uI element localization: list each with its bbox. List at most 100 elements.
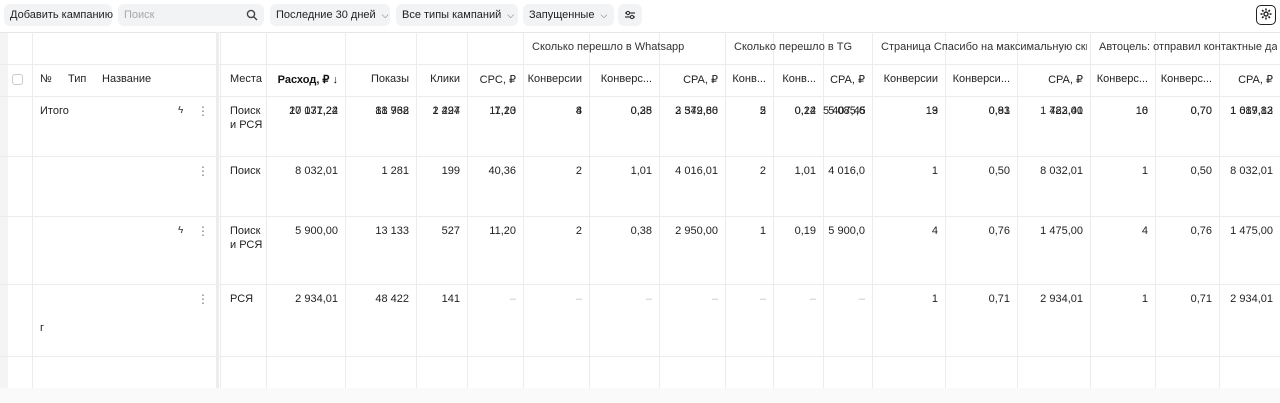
cell-th-rate: 0,76: [988, 225, 1010, 237]
cell-wa-rate: 0,28: [630, 105, 652, 117]
column-header-spend[interactable]: Расход, ₽ ↓: [266, 73, 338, 86]
cell-tg-conv: –: [759, 293, 766, 305]
search-input[interactable]: Поиск: [118, 4, 264, 26]
group-header-whatsapp[interactable]: Сколько перешло в Whatsapp: [532, 41, 722, 53]
column-header-name[interactable]: Название: [102, 73, 202, 85]
column-divider: [416, 32, 417, 388]
column-header-places[interactable]: Места: [230, 73, 266, 85]
cell-au-cpa: 2 934,01: [1230, 293, 1273, 305]
cell-wa-rate: 1,01: [630, 165, 652, 177]
gear-icon: [1260, 8, 1272, 23]
column-header-au-rate[interactable]: Конверс...: [1155, 73, 1212, 85]
kebab-icon[interactable]: ⋮: [197, 164, 209, 178]
cell-spend: 2 934,01: [295, 293, 338, 305]
column-header-au-cpa[interactable]: CPA, ₽: [1219, 73, 1273, 86]
column-divider: [345, 32, 346, 388]
cell-th-conv: 1: [931, 165, 938, 177]
cell-spend: 5 900,00: [295, 225, 338, 237]
column-header-type[interactable]: Тип: [68, 73, 98, 85]
cell-tg-cpa: 5 900,0: [828, 225, 865, 237]
cell-clicks: 527: [441, 225, 460, 237]
kebab-icon[interactable]: ⋮: [197, 224, 209, 238]
cell-wa-conv: 2: [575, 165, 582, 177]
filter-settings-button[interactable]: [618, 4, 642, 26]
select-all-checkbox[interactable]: [12, 74, 23, 85]
cell-impressions: 1 281: [381, 165, 409, 177]
cell-au-rate: 0,76: [1190, 225, 1212, 237]
cell-th-rate: 0,71: [988, 293, 1010, 305]
cell-th-cpa: 782,40: [1049, 105, 1083, 117]
group-header-thanks-page[interactable]: Страница Спасибо на максимальную ски...: [881, 41, 1087, 53]
column-header-wa-cpa[interactable]: CPA, ₽: [659, 73, 718, 86]
row-divider: [0, 156, 1280, 157]
period-select[interactable]: Последние 30 дней ⌵: [270, 4, 390, 26]
column-header-tg-conv[interactable]: Конв...: [725, 73, 766, 85]
group-header-autogoal[interactable]: Автоцель: отправил контактные дан...: [1099, 41, 1277, 53]
places-line-1: Поиск: [230, 225, 261, 237]
column-header-tg-rate[interactable]: Конв...: [773, 73, 816, 85]
cell-clicks: 199: [441, 165, 460, 177]
cell-wa-cpa: –: [711, 293, 718, 305]
cell-tg-conv: 1: [759, 225, 766, 237]
column-header-th-conv[interactable]: Конверсии: [872, 73, 938, 85]
column-divider: [220, 32, 221, 388]
cell-wa-conv: –: [575, 293, 582, 305]
column-header-wa-rate[interactable]: Конверс...: [589, 73, 652, 85]
cell-wa-cpa: 2 542,80: [675, 105, 718, 117]
cell-th-rate: 0,50: [988, 165, 1010, 177]
search-icon[interactable]: [246, 9, 258, 21]
cell-au-conv: 4: [1141, 225, 1148, 237]
column-header-tg-cpa[interactable]: CPA, ₽: [823, 73, 865, 86]
row-divider: [0, 64, 1280, 65]
cell-cpc: 11,20: [489, 225, 516, 237]
column-header-impressions[interactable]: Показы: [345, 73, 409, 85]
toolbar: Добавить кампанию Поиск Последние 30 дне…: [0, 0, 1280, 32]
cell-wa-rate: –: [645, 293, 652, 305]
cell-impressions: 13 133: [375, 225, 409, 237]
period-label: Последние 30 дней: [276, 9, 376, 21]
kebab-icon[interactable]: ⋮: [197, 292, 209, 306]
places-line-2: и РСЯ: [230, 119, 263, 131]
group-header-tg[interactable]: Сколько перешло в TG: [734, 41, 869, 53]
column-header-clicks[interactable]: Клики: [416, 73, 460, 85]
cell-tg-rate: 0,14: [794, 105, 816, 117]
cell-tg-conv: 2: [759, 105, 766, 117]
column-header-th-rate[interactable]: Конверси...: [945, 73, 1010, 85]
add-campaign-label: Добавить кампанию: [10, 9, 113, 21]
cell-spend: 10 171,22: [289, 105, 338, 117]
column-divider: [872, 32, 873, 388]
table-settings-button[interactable]: [1256, 5, 1276, 25]
row-divider: [0, 356, 1280, 357]
kebab-icon[interactable]: ⋮: [197, 104, 209, 118]
campaign-types-select[interactable]: Все типы кампаний ⌵: [396, 4, 518, 26]
lightning-icon: ϟ: [178, 105, 184, 116]
column-divider: [945, 32, 946, 388]
column-header-au-conv[interactable]: Конверс...: [1090, 73, 1148, 85]
cell-impressions: 18 932: [375, 105, 409, 117]
cell-au-rate: 0,70: [1190, 105, 1212, 117]
cell-th-conv: 13: [925, 105, 938, 117]
row-divider: [0, 32, 1280, 33]
cell-th-rate: 0,91: [988, 105, 1010, 117]
column-divider: [1090, 32, 1091, 388]
campaigns-table: Сколько перешло в Whatsapp Сколько перешл…: [0, 32, 1280, 403]
column-header-wa-conv[interactable]: Конверсии: [523, 73, 582, 85]
column-header-cpc[interactable]: CPC, ₽: [467, 73, 516, 86]
sliders-icon: [624, 9, 636, 21]
status-label: Запущенные: [529, 9, 595, 21]
add-campaign-button[interactable]: Добавить кампанию: [4, 4, 113, 26]
cell-tg-rate: 0,19: [794, 225, 816, 237]
places-line-1: РСЯ: [230, 293, 254, 305]
cell-cpc: 40,36: [488, 165, 516, 177]
cell-au-rate: 0,50: [1190, 165, 1212, 177]
column-header-num[interactable]: №: [40, 73, 60, 85]
column-header-th-cpa[interactable]: CPA, ₽: [1017, 73, 1083, 86]
places-line-1: Поиск: [230, 165, 261, 177]
campaign-types-label: Все типы кампаний: [402, 9, 502, 21]
cell-tg-conv: 2: [759, 165, 766, 177]
cell-th-cpa: 8 032,01: [1040, 165, 1083, 177]
cell-au-cpa: 1 017,12: [1230, 105, 1273, 117]
cell-wa-cpa: 4 016,01: [675, 165, 718, 177]
status-select[interactable]: Запущенные ⌵: [523, 4, 614, 26]
cell-cpc: –: [509, 293, 516, 305]
